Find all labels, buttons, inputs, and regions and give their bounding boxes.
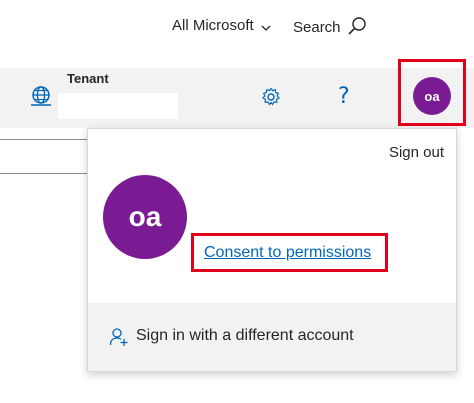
all-microsoft-menu[interactable]: All Microsoft xyxy=(172,15,271,36)
background-input-border xyxy=(0,173,88,174)
add-person-icon xyxy=(109,327,129,352)
sign-in-different-account[interactable]: Sign in with a different account xyxy=(136,327,354,345)
all-microsoft-label: All Microsoft xyxy=(172,17,254,34)
chevron-down-icon xyxy=(261,19,271,36)
tenant-name-redacted xyxy=(58,93,178,119)
search-button[interactable]: Search xyxy=(293,15,367,40)
top-bar: All Microsoft Search xyxy=(0,0,474,68)
consent-to-permissions-link[interactable]: Consent to permissions xyxy=(204,244,371,262)
search-icon xyxy=(347,16,367,40)
search-label: Search xyxy=(293,19,341,36)
background-input-border xyxy=(0,139,88,140)
sign-out-link[interactable]: Sign out xyxy=(389,144,444,161)
avatar-large: oa xyxy=(103,175,187,259)
gear-icon[interactable] xyxy=(261,87,281,112)
panel-footer[interactable]: Sign in with a different account xyxy=(88,303,456,371)
avatar-large-initials: oa xyxy=(128,201,162,232)
avatar-initials: oa xyxy=(424,88,440,104)
help-icon[interactable]: ? xyxy=(338,84,350,109)
globe-icon xyxy=(30,85,52,112)
tenant-label: Tenant xyxy=(67,71,109,86)
avatar-button[interactable]: oa xyxy=(413,77,451,115)
account-panel: Sign out oa Consent to permissions Sign … xyxy=(87,128,457,372)
